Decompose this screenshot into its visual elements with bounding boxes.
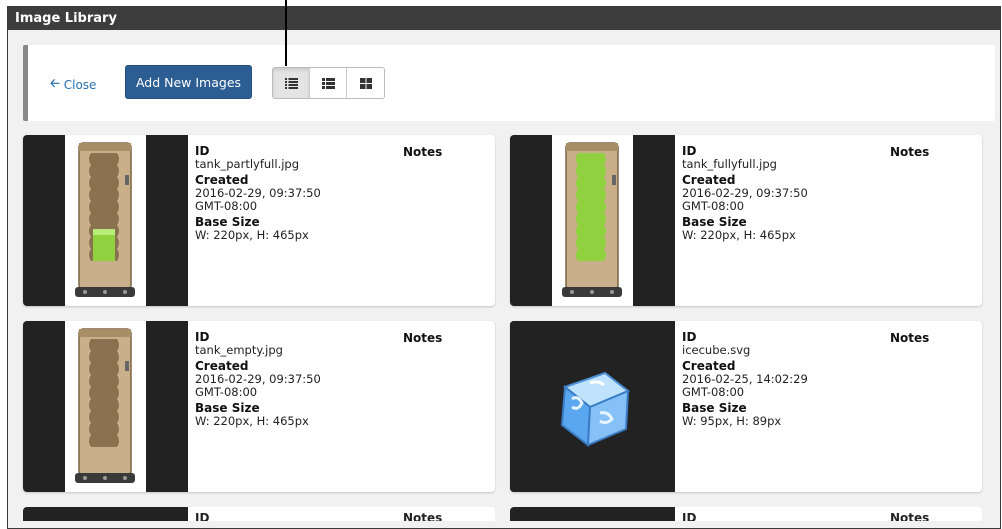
id-value: tank_fullyfull.jpg <box>682 157 777 171</box>
notes-label: Notes <box>403 145 443 159</box>
add-new-images-button[interactable]: Add New Images <box>125 65 252 99</box>
detail-list-icon <box>321 77 335 89</box>
list-view-button[interactable] <box>273 68 310 98</box>
image-info: ID tank_fullyfull.jpg Created 2016-02-29… <box>682 145 882 245</box>
image-card[interactable]: ID Notes <box>23 507 495 521</box>
base-size-value: W: 220px, H: 465px <box>682 228 796 242</box>
notes-label: Notes <box>403 331 443 345</box>
notes-label: Notes <box>890 145 930 159</box>
timezone-value: GMT-08:00 <box>682 199 745 213</box>
id-label: ID <box>682 511 697 521</box>
thumbnail <box>23 321 188 492</box>
close-link[interactable]: 🡠 Close <box>50 74 96 95</box>
id-value: tank_empty.jpg <box>195 343 283 357</box>
notes-label: Notes <box>890 511 930 521</box>
view-mode-toggle <box>272 67 385 99</box>
ice-cube-image <box>560 371 630 447</box>
image-info: ID tank_partlyfull.jpg Created 2016-02-2… <box>195 145 395 245</box>
id-value: tank_partlyfull.jpg <box>195 157 300 171</box>
thumbnail <box>510 321 675 492</box>
image-card[interactable]: ID icecube.svg Created 2016-02-25, 14:02… <box>510 321 982 492</box>
thumbnail <box>510 135 675 306</box>
notes-label: Notes <box>890 331 930 345</box>
image-info: ID icecube.svg Created 2016-02-25, 14:02… <box>682 331 882 431</box>
image-card[interactable]: ID tank_empty.jpg Created 2016-02-29, 09… <box>23 321 495 492</box>
callout-line <box>285 0 287 66</box>
tank-empty-image <box>75 328 135 483</box>
image-card[interactable]: ID tank_partlyfull.jpg Created 2016-02-2… <box>23 135 495 306</box>
id-value: icecube.svg <box>682 343 751 357</box>
close-label: Close <box>63 77 97 92</box>
timezone-value: GMT-08:00 <box>682 385 745 399</box>
tank-partly-full-image <box>75 142 135 297</box>
detail-view-button[interactable] <box>310 68 347 98</box>
window-title: Image Library <box>8 7 1000 30</box>
image-card[interactable]: ID Notes <box>510 507 982 521</box>
grid-view-button[interactable] <box>347 68 384 98</box>
thumbnail <box>23 135 188 306</box>
image-info: ID tank_empty.jpg Created 2016-02-29, 09… <box>195 331 395 431</box>
tank-fully-full-image <box>562 142 622 297</box>
base-size-value: W: 220px, H: 465px <box>195 228 309 242</box>
grid-icon <box>359 77 372 89</box>
list-icon <box>284 77 298 89</box>
toolbar: 🡠 Close Add New Images <box>23 45 995 121</box>
base-size-value: W: 95px, H: 89px <box>682 414 782 428</box>
base-size-value: W: 220px, H: 465px <box>195 414 309 428</box>
thumbnail <box>510 507 675 521</box>
timezone-value: GMT-08:00 <box>195 385 258 399</box>
arrow-left-icon: 🡠 <box>50 76 60 90</box>
notes-label: Notes <box>403 511 443 521</box>
image-card[interactable]: ID tank_fullyfull.jpg Created 2016-02-29… <box>510 135 982 306</box>
image-library-window: Image Library 🡠 Close Add New Images ID … <box>7 6 1001 529</box>
timezone-value: GMT-08:00 <box>195 199 258 213</box>
thumbnail <box>23 507 188 521</box>
id-label: ID <box>195 511 210 521</box>
